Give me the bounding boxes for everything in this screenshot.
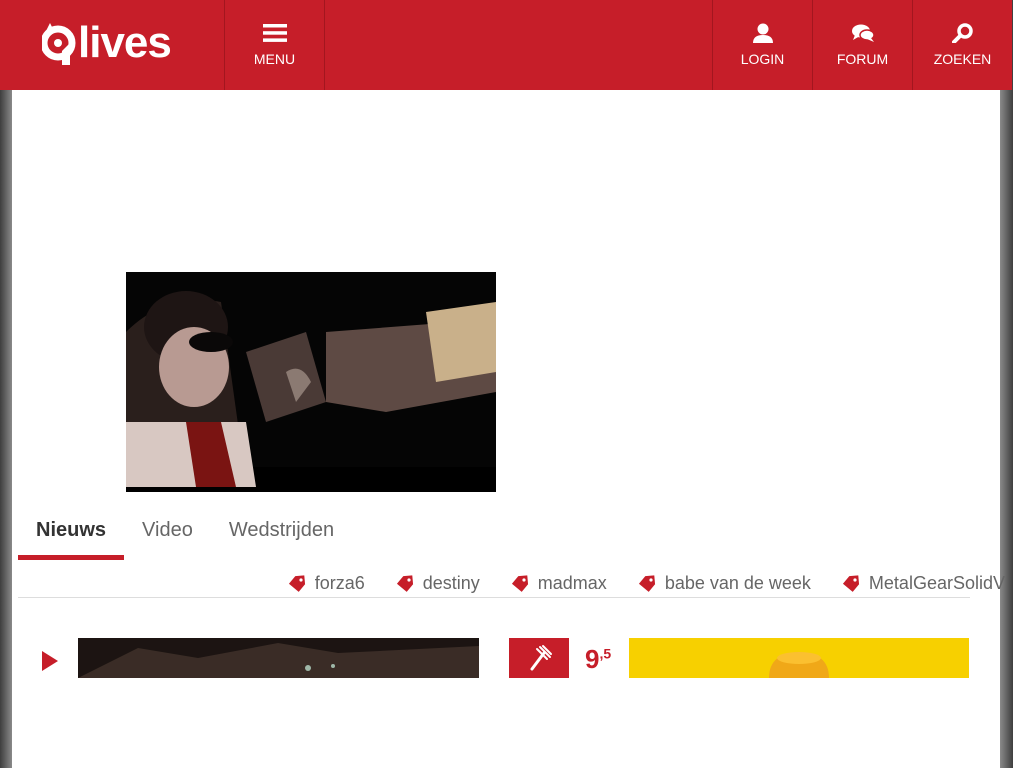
site-header: lives MENU LOGIN FORUM ZOEKEN: [0, 0, 1012, 90]
tag-icon: [842, 574, 859, 592]
tag-item[interactable]: MetalGearSolidV: [841, 573, 1005, 594]
tag-label: madmax: [537, 573, 607, 593]
fork-icon: [530, 645, 552, 671]
tag-label: forza6: [314, 573, 365, 593]
tag-label: babe van de week: [664, 573, 811, 593]
forum-label: FORUM: [836, 51, 889, 67]
tag-item[interactable]: babe van de week: [637, 573, 811, 594]
site-logo[interactable]: lives: [0, 0, 225, 90]
video-thumbnail[interactable]: [78, 638, 479, 678]
logo-text: lives: [78, 18, 172, 67]
hamburger-icon: [262, 24, 287, 42]
tag-item[interactable]: forza6: [287, 573, 365, 594]
login-label: LOGIN: [740, 51, 785, 67]
search-icon: [951, 23, 973, 43]
right-edge: [1000, 0, 1024, 768]
header-spacer: [325, 0, 712, 90]
tag-list: forza6 destiny madmax babe van de week M…: [287, 573, 1005, 594]
menu-label: MENU: [253, 51, 296, 67]
tabs-divider: [18, 597, 970, 598]
tag-icon: [511, 574, 528, 592]
tag-icon: [638, 574, 655, 592]
user-icon: [752, 23, 773, 43]
review-thumbnail[interactable]: [629, 638, 969, 678]
score-decimal: ,5: [599, 645, 612, 662]
thumbnail-image: [629, 638, 969, 678]
tag-item[interactable]: madmax: [510, 573, 607, 594]
featured-video[interactable]: [126, 272, 496, 492]
video-frame: [126, 272, 496, 492]
tab-wedstrijden[interactable]: Wedstrijden: [211, 510, 352, 560]
menu-button[interactable]: MENU: [225, 0, 325, 90]
score-main: 9: [585, 644, 600, 674]
review-score: 9,5: [585, 644, 611, 675]
tag-label: MetalGearSolidV: [868, 573, 1005, 593]
chat-bubbles-icon: [851, 24, 875, 42]
thumbnail-image: [78, 638, 479, 678]
tag-item[interactable]: destiny: [395, 573, 480, 594]
tag-icon: [396, 574, 413, 592]
play-icon[interactable]: [40, 650, 60, 672]
login-button[interactable]: LOGIN: [712, 0, 812, 90]
tag-icon: [288, 574, 305, 592]
forum-button[interactable]: FORUM: [812, 0, 912, 90]
logo-nine-icon: [42, 23, 76, 65]
content-tabs: Nieuws Video Wedstrijden: [18, 510, 352, 560]
search-button[interactable]: ZOEKEN: [912, 0, 1012, 90]
tag-label: destiny: [422, 573, 480, 593]
search-label: ZOEKEN: [933, 51, 992, 67]
tab-nieuws[interactable]: Nieuws: [18, 510, 125, 560]
review-badge[interactable]: [509, 638, 569, 678]
left-edge: [0, 0, 12, 768]
tab-video[interactable]: Video: [124, 510, 211, 560]
